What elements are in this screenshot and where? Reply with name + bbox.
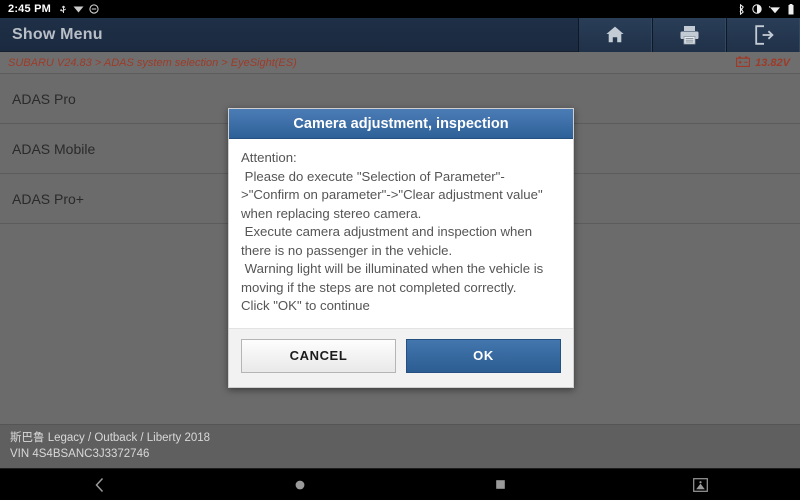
vehicle-info-footer: 斯巴鲁 Legacy / Outback / Liberty 2018 VIN … xyxy=(0,424,800,468)
ok-button[interactable]: OK xyxy=(406,338,561,373)
status-clock: 2:45 PM xyxy=(8,3,51,15)
wifi-icon xyxy=(769,4,781,14)
dialog: Camera adjustment, inspection Attention:… xyxy=(228,108,574,388)
nav-back-button[interactable] xyxy=(0,477,200,493)
list-item-label: ADAS Pro+ xyxy=(12,190,84,207)
toolbar xyxy=(578,17,800,52)
brightness-icon xyxy=(752,4,762,14)
voltage-value: 13.82V xyxy=(755,56,790,69)
home-icon xyxy=(605,25,625,44)
print-button[interactable] xyxy=(652,17,726,52)
dialog-actions: CANCEL OK xyxy=(229,327,573,387)
do-not-disturb-icon xyxy=(89,4,99,14)
android-nav-bar xyxy=(0,468,800,500)
device-screen: 2:45 PM Show Menu SUBARU V24.83 > ADAS s… xyxy=(0,0,800,500)
status-left-icon-group xyxy=(59,4,99,14)
bluetooth-icon xyxy=(738,3,745,15)
list-item-label: ADAS Mobile xyxy=(12,140,96,157)
exit-button[interactable] xyxy=(726,17,800,52)
cancel-button[interactable]: CANCEL xyxy=(241,338,396,373)
chevron-left-icon xyxy=(94,477,106,493)
app-title-bar: Show Menu xyxy=(0,17,800,52)
usb-icon xyxy=(59,4,68,14)
dialog-header: Camera adjustment, inspection xyxy=(229,109,573,139)
screenshot-icon xyxy=(692,477,708,492)
vehicle-vin: VIN 4S4BSANC3J3372746 xyxy=(10,448,150,460)
exit-icon xyxy=(753,24,774,45)
dialog-title: Camera adjustment, inspection xyxy=(293,115,509,132)
list-item-label: ADAS Pro xyxy=(12,90,76,107)
home-button[interactable] xyxy=(578,17,652,52)
circle-icon xyxy=(294,479,306,491)
dialog-message: Attention: Please do execute "Selection … xyxy=(229,139,573,328)
nav-recents-button[interactable] xyxy=(400,479,600,490)
android-status-bar: 2:45 PM xyxy=(0,0,800,18)
breadcrumb: SUBARU V24.83 > ADAS system selection > … xyxy=(0,52,800,74)
car-battery-icon xyxy=(736,54,751,72)
status-right-icon-group xyxy=(738,3,794,15)
nav-screenshot-button[interactable] xyxy=(600,477,800,492)
square-icon xyxy=(495,479,506,490)
vehicle-name: 斯巴鲁 Legacy / Outback / Liberty 2018 xyxy=(10,432,211,444)
cancel-button-label: CANCEL xyxy=(289,348,348,363)
printer-icon xyxy=(679,25,700,45)
battery-icon xyxy=(788,3,794,15)
page-title: Show Menu xyxy=(12,25,103,43)
breadcrumb-path: SUBARU V24.83 > ADAS system selection > … xyxy=(8,56,297,69)
ok-button-label: OK xyxy=(473,348,494,363)
voltage-indicator: 13.82V xyxy=(736,54,800,72)
nav-home-button[interactable] xyxy=(200,479,400,491)
cast-icon xyxy=(73,5,84,14)
